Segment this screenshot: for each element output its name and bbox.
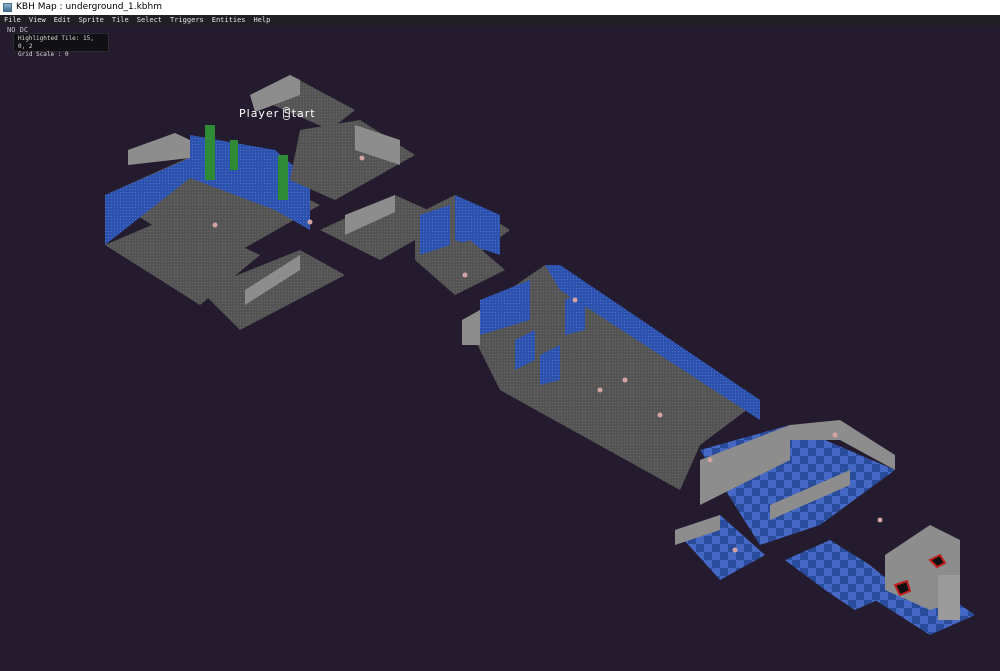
- menu-edit[interactable]: Edit: [50, 15, 75, 25]
- entity-marker: [359, 155, 365, 161]
- entity-marker: [462, 272, 468, 278]
- vine-2: [230, 140, 238, 170]
- entity-marker: [622, 377, 628, 383]
- wall-gray-upper-left: [128, 133, 190, 165]
- entity-marker: [657, 412, 663, 418]
- menu-bar: File View Edit Sprite Tile Select Trigge…: [0, 15, 1000, 25]
- menu-help[interactable]: Help: [249, 15, 274, 25]
- title-bar: KBH Map : underground_1.kbhm: [0, 0, 1000, 15]
- entity-marker: [877, 517, 883, 523]
- entity-marker: [307, 219, 313, 225]
- menu-view[interactable]: View: [25, 15, 50, 25]
- vine-1: [205, 125, 215, 180]
- menu-select[interactable]: Select: [133, 15, 166, 25]
- entity-marker: [732, 547, 738, 553]
- player-start-label[interactable]: Player Start: [239, 107, 316, 120]
- player-start-marker[interactable]: [283, 107, 290, 120]
- vine-3: [278, 155, 288, 200]
- map-app-icon: [3, 3, 12, 12]
- grid-scale-text: Grid Scale : 0: [18, 51, 69, 58]
- wall-gray-middle-hall-west: [462, 310, 480, 345]
- pillar-far: [938, 575, 960, 620]
- menu-file[interactable]: File: [0, 15, 25, 25]
- menu-tile[interactable]: Tile: [108, 15, 133, 25]
- entity-marker: [832, 432, 838, 438]
- entity-marker: [707, 457, 713, 463]
- window-title: KBH Map : underground_1.kbhm: [16, 2, 162, 12]
- menu-entities[interactable]: Entities: [208, 15, 250, 25]
- info-panel: Highlighted Tile: 15, 0, 2 Grid Scale : …: [13, 33, 109, 58]
- menu-sprite[interactable]: Sprite: [75, 15, 108, 25]
- room-lower-right[interactable]: [675, 420, 975, 635]
- map-viewport[interactable]: [0, 25, 1000, 671]
- entity-marker: [572, 297, 578, 303]
- entity-marker: [597, 387, 603, 393]
- entity-marker: [212, 222, 218, 228]
- highlighted-tile-text: Highlighted Tile: 15, 0, 2: [18, 35, 94, 50]
- menu-triggers[interactable]: Triggers: [166, 15, 208, 25]
- room-central-passage[interactable]: [320, 195, 510, 295]
